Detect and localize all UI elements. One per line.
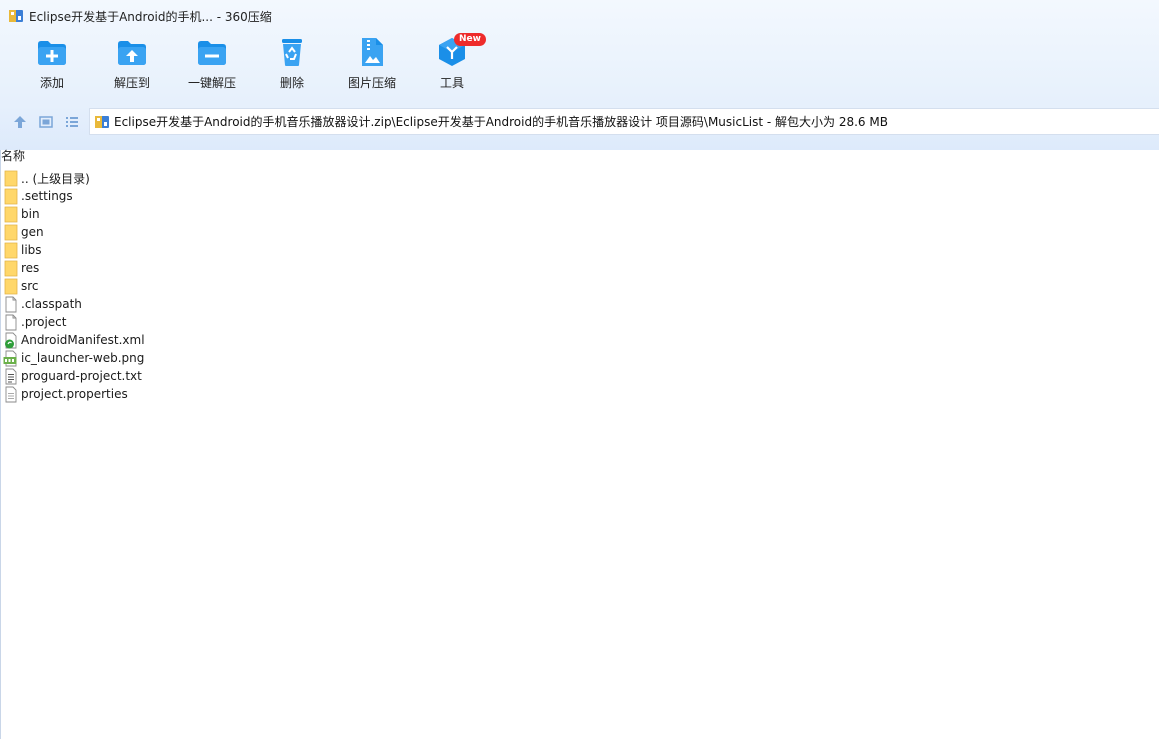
title-bar: Eclipse开发基于Android的手机... - 360压缩 (0, 0, 1159, 32)
file-name: AndroidManifest.xml (21, 333, 145, 347)
window-title: Eclipse开发基于Android的手机... - 360压缩 (29, 9, 272, 24)
file-name: src (21, 279, 39, 293)
toolbar: 添加 解压到 一键解压 删除 图片压缩 New 工具 (12, 33, 492, 96)
tools-label: 工具 (439, 76, 464, 90)
tools-button[interactable]: New 工具 (412, 33, 492, 96)
list-item-src[interactable]: src (0, 277, 145, 295)
file-name: res (21, 261, 40, 275)
address-path: Eclipse开发基于Android的手机音乐播放器设计.zip\Eclipse… (114, 115, 888, 129)
file-name: gen (21, 225, 44, 239)
list-item-proguard-project[interactable]: proguard-project.txt (0, 367, 145, 385)
list-item-android-manifest[interactable]: AndroidManifest.xml (0, 331, 145, 349)
delete-label: 删除 (279, 76, 304, 90)
file-name: ic_launcher-web.png (21, 351, 145, 365)
file-name: project.properties (21, 387, 128, 401)
blank-file-icon (5, 314, 17, 330)
list-item-libs[interactable]: libs (0, 241, 145, 259)
one-click-extract-label: 一键解压 (187, 76, 236, 90)
file-name: .. (上级目录) (21, 171, 90, 186)
file-list: 名称 .. (上级目录) .settings bin gen libs res … (0, 150, 1159, 739)
xml-file-icon (5, 332, 17, 348)
file-name: libs (21, 243, 42, 257)
list-item-bin[interactable]: bin (0, 205, 145, 223)
list-item-classpath[interactable]: .classpath (0, 295, 145, 313)
column-header-name[interactable]: 名称 (1, 150, 25, 168)
image-compress-label: 图片压缩 (347, 76, 396, 90)
file-name: .classpath (21, 297, 82, 311)
list-item-project-properties[interactable]: project.properties (0, 385, 145, 403)
up-arrow-icon (14, 116, 26, 128)
extract-to-label: 解压到 (113, 76, 150, 90)
add-button[interactable]: 添加 (12, 36, 92, 96)
thumbnail-view-button[interactable] (37, 113, 55, 131)
up-level-button[interactable] (11, 113, 29, 131)
folder-icon (4, 170, 18, 186)
list-item-settings[interactable]: .settings (0, 187, 145, 205)
file-name: .project (21, 315, 67, 329)
file-name: .settings (21, 189, 73, 203)
top-panel: Eclipse开发基于Android的手机... - 360压缩 添加 解压到 (0, 0, 1159, 150)
new-badge: New (454, 33, 486, 46)
one-click-extract-icon (198, 41, 226, 65)
list-item-gen[interactable]: gen (0, 223, 145, 241)
folder-icon (4, 260, 18, 276)
address-row: Eclipse开发基于Android的手机音乐播放器设计.zip\Eclipse… (0, 108, 1159, 136)
recycle-bin-icon (282, 39, 302, 66)
add-folder-icon (38, 41, 66, 65)
extract-to-icon (118, 41, 146, 65)
extract-to-button[interactable]: 解压到 (92, 36, 172, 96)
text-file-icon (5, 368, 17, 384)
thumbnail-view-icon (39, 116, 53, 128)
image-compress-button[interactable]: 图片压缩 (332, 36, 412, 96)
list-item-project[interactable]: .project (0, 313, 145, 331)
folder-icon (4, 224, 18, 240)
archive-app-icon (9, 10, 23, 22)
address-bar[interactable]: Eclipse开发基于Android的手机音乐播放器设计.zip\Eclipse… (89, 108, 1159, 135)
blank-file-icon (5, 296, 17, 312)
image-compress-icon (362, 38, 383, 66)
folder-icon (4, 278, 18, 294)
list-view-button[interactable] (63, 113, 81, 131)
list-item-ic-launcher-web[interactable]: ic_launcher-web.png (0, 349, 145, 367)
file-name: proguard-project.txt (21, 369, 142, 383)
properties-file-icon (5, 386, 17, 402)
list-item-parent-dir[interactable]: .. (上级目录) (0, 169, 145, 187)
png-image-icon (3, 350, 17, 366)
list-view-icon (66, 117, 78, 127)
delete-button[interactable]: 删除 (252, 36, 332, 96)
folder-icon (4, 242, 18, 258)
archive-icon (95, 115, 109, 128)
one-click-extract-button[interactable]: 一键解压 (172, 36, 252, 96)
list-item-res[interactable]: res (0, 259, 145, 277)
folder-icon (4, 188, 18, 204)
file-name: bin (21, 207, 40, 221)
file-rows: .. (上级目录) .settings bin gen libs res src (0, 169, 145, 403)
folder-icon (4, 206, 18, 222)
add-label: 添加 (39, 76, 64, 90)
